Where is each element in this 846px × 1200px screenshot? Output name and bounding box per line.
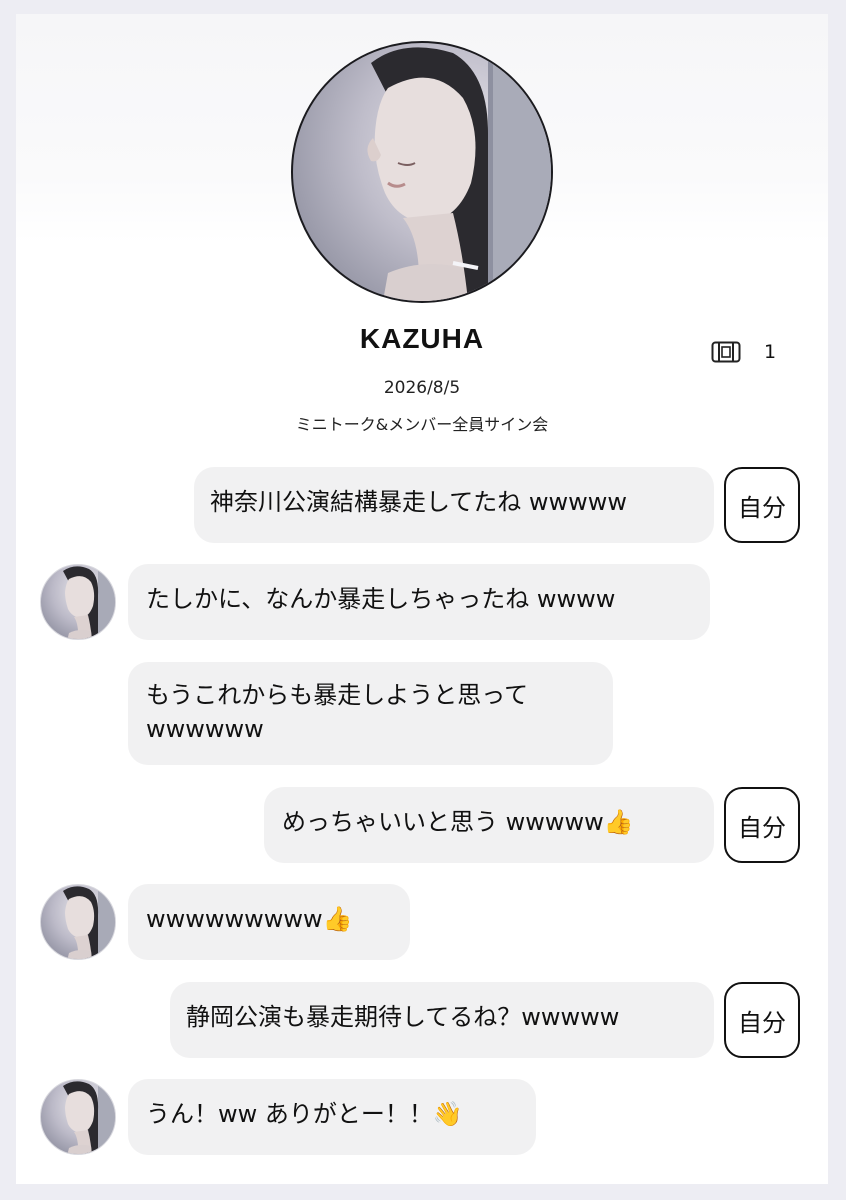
self-message-bubble: めっちゃいいと思う wwwww👍 — [264, 787, 714, 863]
member-avatar[interactable] — [40, 1079, 116, 1155]
self-message-bubble: 静岡公演も暴走期待してるね？wwwww — [170, 982, 714, 1058]
self-message-bubble: 神奈川公演結構暴走してたね wwwww — [194, 467, 714, 543]
member-message-bubble: もうこれからも暴走しようと思って wwwwww — [128, 662, 613, 765]
ticket-icon — [711, 341, 741, 363]
member-name: KAZUHA — [359, 323, 485, 354]
profile-photo[interactable] — [291, 41, 553, 303]
avatar-image — [63, 1080, 115, 1154]
self-tag: 自分 — [724, 787, 800, 863]
ticket-count: 1 — [764, 341, 777, 363]
event-date: 2026/8/5 — [383, 378, 461, 398]
member-avatar[interactable] — [40, 564, 116, 640]
event-title: ミニトーク&メンバー全員サイン会 — [295, 415, 549, 434]
chat-card: KAZUHA 1 2026/8/5 ミニトーク&メンバー全員サイン会 神奈川公演… — [16, 14, 828, 1184]
self-tag: 自分 — [724, 467, 800, 543]
avatar-image — [63, 565, 115, 639]
member-message-bubble: wwwwwwwww👍 — [128, 884, 410, 960]
avatar-image — [63, 885, 115, 959]
member-message-bubble: たしかに、なんか暴走しちゃったね wwww — [128, 564, 710, 640]
self-tag: 自分 — [724, 982, 800, 1058]
member-avatar[interactable] — [40, 884, 116, 960]
portrait-image — [367, 43, 551, 301]
member-message-bubble: うん！ww ありがとー！！👋 — [128, 1079, 536, 1155]
